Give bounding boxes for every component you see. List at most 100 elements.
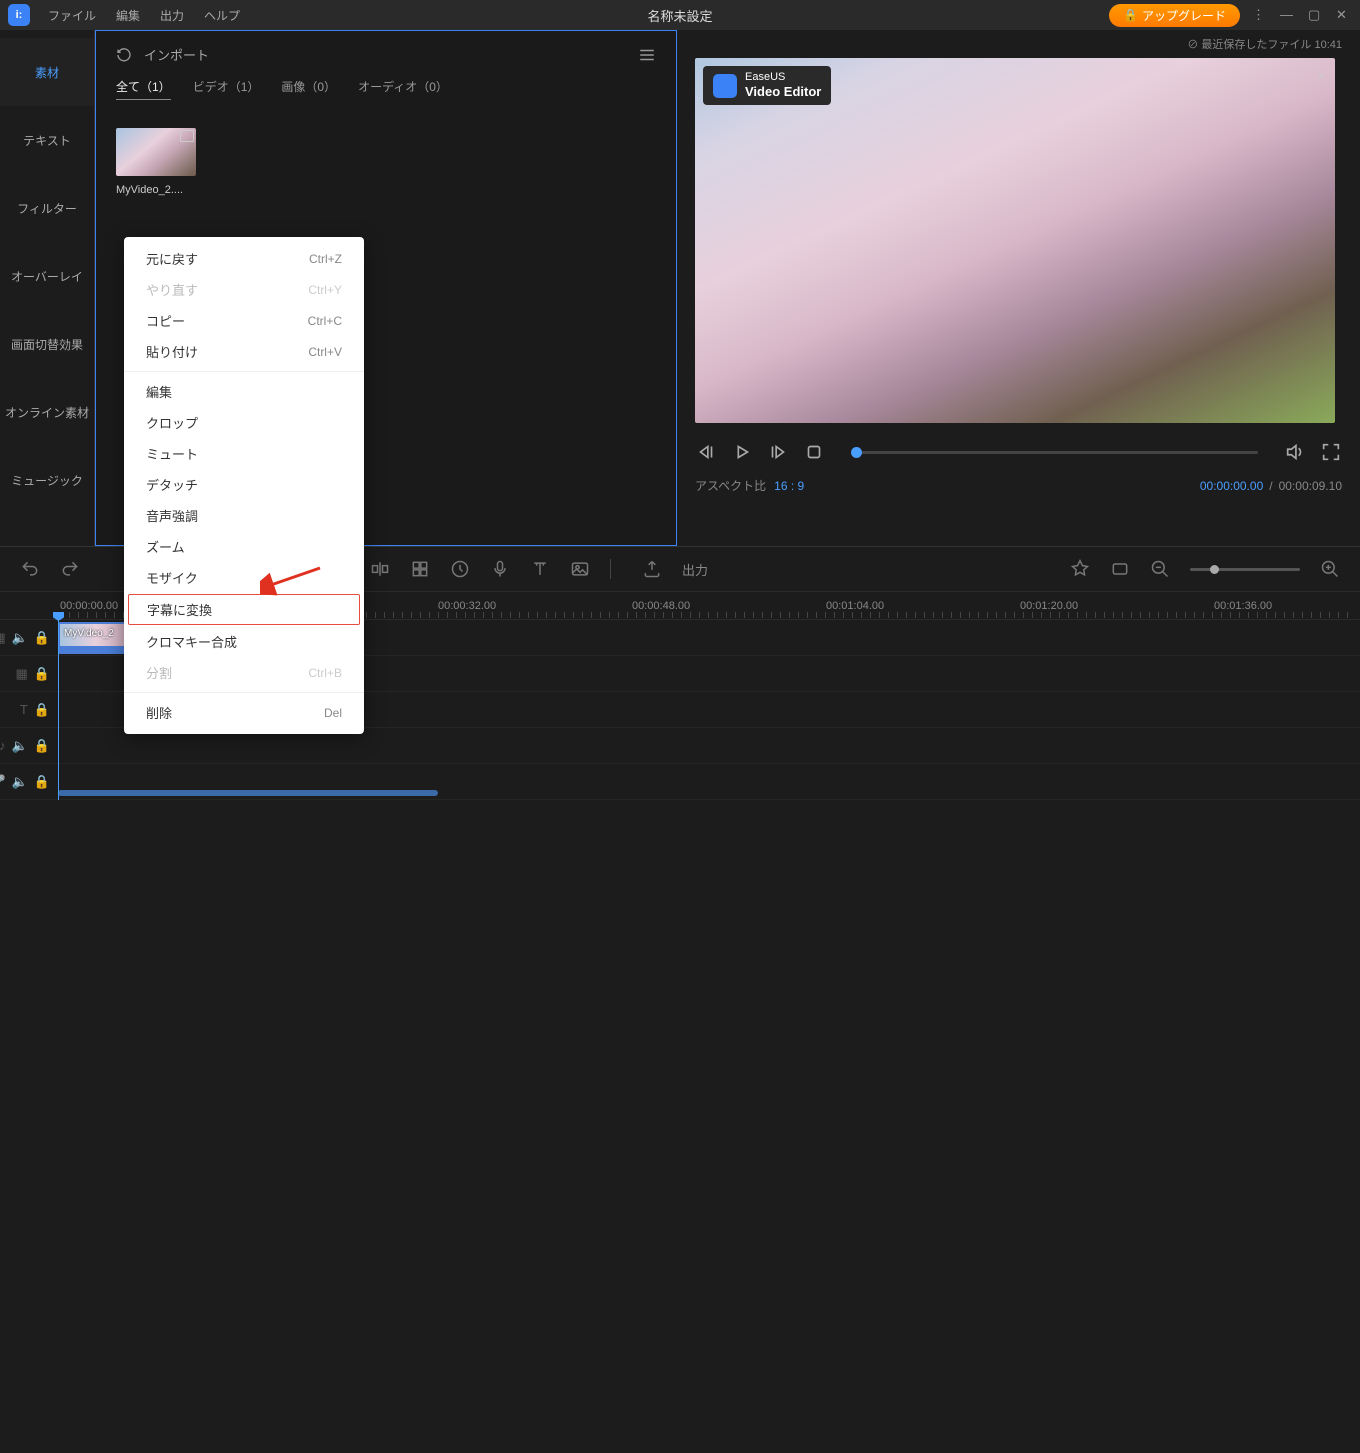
sidebar-tab-transition[interactable]: 画面切替効果: [0, 310, 94, 378]
context-menu-label: コピー: [146, 311, 185, 330]
context-menu-item[interactable]: デタッチ: [124, 469, 364, 500]
sidebar-tab-media[interactable]: 素材: [0, 38, 94, 106]
text-button[interactable]: [530, 559, 550, 579]
prev-frame-button[interactable]: [695, 441, 717, 463]
context-menu-item[interactable]: コピーCtrl+C: [124, 305, 364, 336]
time-separator: /: [1269, 479, 1272, 493]
refresh-icon[interactable]: [116, 47, 132, 63]
horizontal-scrollbar[interactable]: [58, 790, 438, 796]
import-button[interactable]: インポート: [144, 45, 209, 64]
sidebar-tab-overlay[interactable]: オーバーレイ: [0, 242, 94, 310]
more-icon[interactable]: ⋮: [1252, 7, 1268, 23]
transport-controls: [695, 441, 1342, 463]
zoom-in-button[interactable]: [1320, 559, 1340, 579]
zoom-knob[interactable]: [1210, 565, 1219, 574]
context-menu-label: クロップ: [146, 413, 198, 432]
next-frame-button[interactable]: [767, 441, 789, 463]
filter-tab-video[interactable]: ビデオ（1）: [193, 78, 260, 100]
watermark-badge: EaseUSVideo Editor: [703, 66, 831, 105]
media-badge-icon: [180, 130, 194, 142]
sidebar-tab-filter[interactable]: フィルター: [0, 174, 94, 242]
menu-edit[interactable]: 編集: [108, 3, 148, 28]
mute-icon[interactable]: 🔈: [12, 774, 28, 790]
context-menu-item[interactable]: 字幕に変換: [128, 594, 360, 625]
ruler-mark: 00:01:36.00: [1214, 600, 1272, 612]
context-menu-item[interactable]: 編集: [124, 376, 364, 407]
sidebar-tab-music[interactable]: ミュージック: [0, 446, 94, 514]
ruler-mark: 00:00:48.00: [632, 600, 690, 612]
mosaic-button[interactable]: [410, 559, 430, 579]
sidebar-tab-text[interactable]: テキスト: [0, 106, 94, 174]
lock-icon[interactable]: 🔒: [34, 666, 50, 682]
minimize-icon[interactable]: —: [1280, 7, 1296, 23]
lock-icon[interactable]: 🔒: [34, 774, 50, 790]
time-total: 00:00:09.10: [1279, 479, 1342, 493]
menu-help[interactable]: ヘルプ: [196, 3, 248, 28]
upgrade-button[interactable]: 🔒 アップグレード: [1109, 4, 1240, 27]
undo-button[interactable]: [20, 559, 40, 579]
marker-button[interactable]: [1070, 559, 1090, 579]
aspect-value[interactable]: 16 : 9: [774, 479, 804, 493]
preview-viewport[interactable]: EaseUSVideo Editor ×: [695, 58, 1335, 423]
context-menu-item[interactable]: 元に戻すCtrl+Z: [124, 243, 364, 274]
play-button[interactable]: [731, 441, 753, 463]
close-icon[interactable]: ✕: [1336, 7, 1352, 23]
filter-tab-all[interactable]: 全て（1）: [116, 78, 171, 100]
lock-icon[interactable]: 🔒: [34, 738, 50, 754]
context-menu-item[interactable]: ズーム: [124, 531, 364, 562]
menu-bar: ファイル 編集 出力 ヘルプ: [40, 3, 248, 28]
playhead[interactable]: [58, 620, 59, 800]
context-menu-separator: [124, 371, 364, 372]
context-menu-shortcut: Del: [324, 706, 342, 720]
export-button[interactable]: 出力: [682, 560, 708, 579]
volume-button[interactable]: [1284, 441, 1306, 463]
watermark-logo-icon: [713, 74, 737, 98]
list-view-icon[interactable]: [638, 48, 656, 62]
voice-button[interactable]: [490, 559, 510, 579]
filter-tab-image[interactable]: 画像（0）: [281, 78, 336, 100]
stop-button[interactable]: [803, 441, 825, 463]
context-menu-separator: [124, 692, 364, 693]
export-icon[interactable]: [642, 559, 662, 579]
media-thumbnail: [116, 128, 196, 176]
context-menu-item[interactable]: クロマキー合成: [124, 626, 364, 657]
lock-icon[interactable]: 🔒: [34, 702, 50, 718]
menu-export[interactable]: 出力: [152, 3, 192, 28]
speed-button[interactable]: [450, 559, 470, 579]
context-menu-item[interactable]: 削除Del: [124, 697, 364, 728]
context-menu-item[interactable]: クロップ: [124, 407, 364, 438]
menu-file[interactable]: ファイル: [40, 3, 104, 28]
zoom-slider[interactable]: [1190, 568, 1300, 571]
context-menu-label: 字幕に変換: [147, 600, 212, 619]
fullscreen-button[interactable]: [1320, 441, 1342, 463]
context-menu-shortcut: Ctrl+Y: [308, 283, 342, 297]
playback-knob[interactable]: [851, 447, 862, 458]
playback-slider[interactable]: [851, 451, 1258, 454]
split-button[interactable]: [370, 559, 390, 579]
text-track-icon: T: [20, 702, 28, 717]
filter-tab-audio[interactable]: オーディオ（0）: [358, 78, 448, 100]
preview-close-icon[interactable]: ×: [1317, 68, 1325, 84]
context-menu-label: ズーム: [146, 537, 185, 556]
context-menu-item[interactable]: モザイク: [124, 562, 364, 593]
fit-button[interactable]: [1110, 559, 1130, 579]
mute-icon[interactable]: 🔈: [12, 630, 28, 646]
clip-label: MyVideo_2: [64, 628, 114, 639]
context-menu-label: デタッチ: [146, 475, 198, 494]
media-filter-tabs: 全て（1） ビデオ（1） 画像（0） オーディオ（0）: [96, 78, 676, 108]
lock-icon[interactable]: 🔒: [34, 630, 50, 646]
context-menu-shortcut: Ctrl+V: [308, 345, 342, 359]
watermark-line1: EaseUS: [745, 71, 785, 83]
redo-button[interactable]: [60, 559, 80, 579]
context-menu-label: 音声強調: [146, 506, 198, 525]
mute-icon[interactable]: 🔈: [12, 738, 28, 754]
context-menu-item[interactable]: 貼り付けCtrl+V: [124, 336, 364, 367]
media-item[interactable]: MyVideo_2....: [116, 128, 196, 196]
maximize-icon[interactable]: ▢: [1308, 7, 1324, 23]
context-menu-item[interactable]: ミュート: [124, 438, 364, 469]
context-menu-label: モザイク: [146, 568, 198, 587]
context-menu-item[interactable]: 音声強調: [124, 500, 364, 531]
sidebar-tab-online[interactable]: オンライン素材: [0, 378, 94, 446]
zoom-out-button[interactable]: [1150, 559, 1170, 579]
image-button[interactable]: [570, 559, 590, 579]
